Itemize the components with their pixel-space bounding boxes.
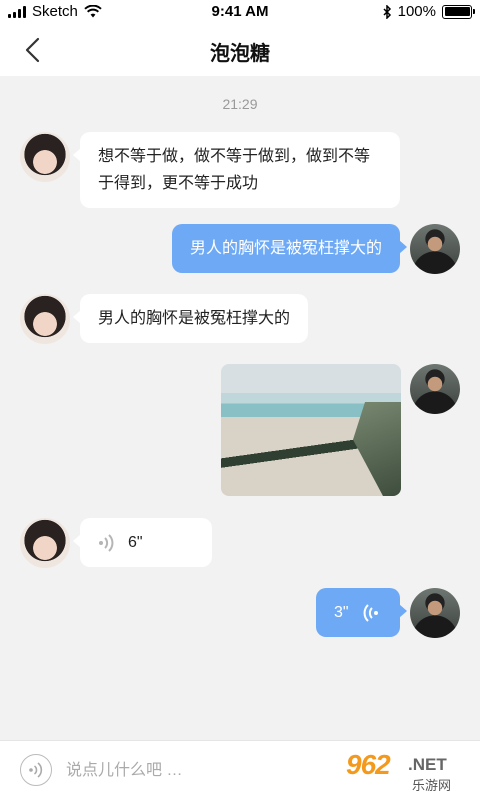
contact-avatar[interactable] [20, 132, 70, 182]
message-input[interactable] [66, 759, 336, 783]
beach-photo[interactable] [221, 364, 401, 496]
voice-wave-icon [99, 533, 114, 552]
watermark-subtitle: 乐游网 [412, 778, 452, 793]
voice-wave-icon [363, 603, 378, 622]
watermark-suffix: .NET [408, 755, 447, 774]
voice-icon [29, 762, 43, 778]
self-avatar[interactable] [410, 224, 460, 274]
self-avatar[interactable] [410, 588, 460, 638]
self-avatar[interactable] [410, 364, 460, 414]
battery-icon [442, 4, 475, 19]
message-bubble-received[interactable]: 男人的胸怀是被冤枉撑大的 [72, 294, 309, 343]
battery-percent: 100% [397, 3, 436, 20]
contact-avatar[interactable] [20, 518, 70, 568]
contact-avatar[interactable] [20, 294, 70, 344]
nav-bar: 泡泡糖 [0, 24, 480, 76]
voice-message-received[interactable]: 6" [73, 518, 212, 567]
chat-timestamp: 21:29 [222, 96, 258, 112]
voice-duration: 3" [334, 604, 349, 621]
voice-message-sent[interactable]: 3" [316, 588, 407, 637]
voice-duration: 6" [128, 534, 143, 551]
site-watermark: 962 .NET 乐游网 [340, 749, 472, 795]
message-bubble-sent[interactable]: 男人的胸怀是被冤枉撑大的 [171, 224, 408, 273]
input-bar: 962 .NET 乐游网 [0, 740, 480, 800]
message-bubble-received[interactable]: 想不等于做，做不等于做到，做到不等于得到，更不等于成功 [73, 132, 400, 208]
watermark-number: 962 [346, 749, 391, 780]
status-bar: Sketch 9:41 AM 100% [0, 0, 480, 24]
voice-input-button[interactable] [20, 754, 52, 786]
chat-area[interactable]: 21:29 想不等于做，做不等于做到，做到不等于得到，更不等于成功 男人的胸怀是… [0, 76, 480, 740]
status-right: 100% [383, 3, 475, 20]
page-title: 泡泡糖 [210, 43, 270, 65]
bluetooth-icon [383, 4, 391, 19]
